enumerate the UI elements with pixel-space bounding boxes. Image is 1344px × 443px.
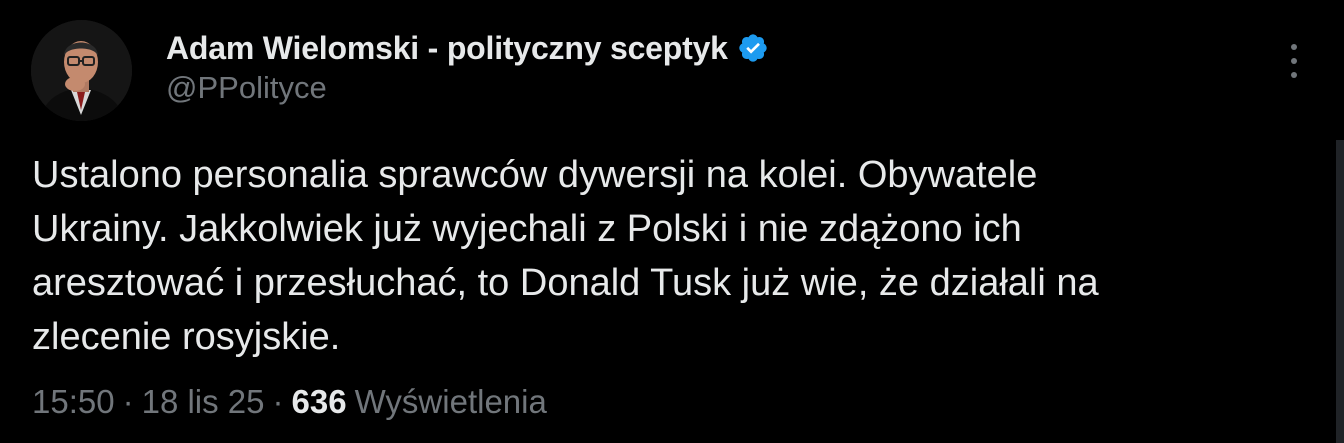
more-dot	[1291, 72, 1297, 78]
profile-photo-icon	[31, 20, 132, 121]
tweet-text-line: aresztować i przesłuchać, to Donald Tusk…	[32, 262, 1099, 304]
tweet-time[interactable]: 15:50	[32, 383, 115, 421]
meta-separator: ·	[122, 383, 134, 420]
views-label[interactable]: Wyświetlenia	[355, 383, 547, 421]
verified-badge-icon[interactable]	[737, 32, 769, 64]
tweet-text-line: Ustalono personalia sprawców dywersji na…	[32, 154, 1038, 196]
meta-separator: ·	[272, 383, 284, 420]
tweet-text-line: zlecenie rosyjskie.	[32, 316, 341, 358]
tweet-date[interactable]: 18 lis 25	[142, 383, 265, 421]
author-handle[interactable]: @PPolityce	[166, 70, 327, 106]
views-count[interactable]: 636	[292, 383, 347, 421]
tweet-meta: 15:50 · 18 lis 25 · 636 Wyświetlenia	[32, 383, 547, 421]
author-display-name[interactable]: Adam Wielomski - polityczny sceptyk	[166, 30, 728, 67]
more-options-icon[interactable]	[1280, 41, 1308, 81]
tweet-text-line: Ukrainy. Jakkolwiek już wyjechali z Pols…	[32, 208, 1022, 250]
tweet-card: Adam Wielomski - polityczny sceptyk @PPo…	[0, 0, 1344, 443]
author-avatar[interactable]	[31, 20, 132, 121]
tweet-text: Ustalono personalia sprawców dywersji na…	[32, 148, 1292, 364]
more-dot	[1291, 58, 1297, 64]
more-dot	[1291, 44, 1297, 50]
scrollbar[interactable]	[1336, 140, 1344, 443]
author-name-row: Adam Wielomski - polityczny sceptyk	[166, 28, 769, 68]
